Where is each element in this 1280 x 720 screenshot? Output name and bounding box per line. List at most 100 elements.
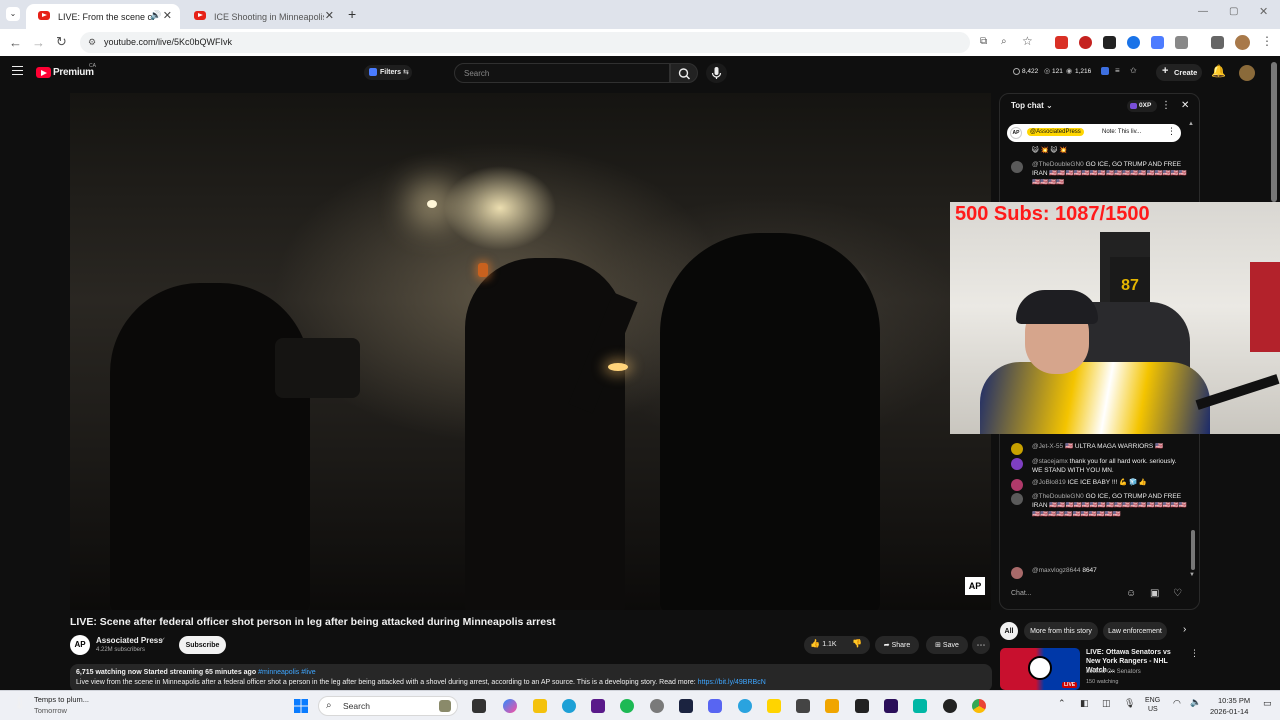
chips-next-chevron-icon[interactable]: ›: [1183, 624, 1186, 635]
video-description[interactable]: 6,715 watching now Started streaming 65 …: [70, 664, 992, 692]
new-tab-button[interactable]: +: [348, 6, 356, 22]
chat-more-icon[interactable]: ⋮: [1161, 100, 1171, 111]
copilot-icon[interactable]: [503, 699, 517, 713]
like-button[interactable]: 👍 1.1K: [810, 639, 837, 648]
file-explorer-icon[interactable]: [533, 699, 547, 713]
chip-more-from-story[interactable]: More from this story: [1024, 622, 1098, 640]
channel-name[interactable]: Associated Press: [96, 636, 163, 645]
back-arrow-icon[interactable]: ←: [9, 35, 22, 50]
chat-mode-dropdown[interactable]: Top chat ⌄: [1011, 101, 1053, 110]
tray-overflow-icon[interactable]: ⌃: [1058, 698, 1066, 709]
extensions-puzzle-icon[interactable]: [1175, 36, 1188, 49]
close-chat-icon[interactable]: ✕: [1181, 100, 1189, 111]
weather-icon[interactable]: 🌡: [12, 696, 27, 710]
tab-ice-shooting[interactable]: ICE Shooting in Minneapolis Li ✕: [182, 4, 342, 29]
close-tab-icon[interactable]: ✕: [163, 9, 172, 22]
discord-icon[interactable]: [708, 699, 722, 713]
maximize-window-icon[interactable]: ▢: [1229, 6, 1238, 17]
voice-search-button[interactable]: [706, 63, 727, 83]
emoji-icon[interactable]: ☺: [1126, 588, 1136, 599]
settings-gear-icon[interactable]: [650, 699, 664, 713]
clock-time[interactable]: 10:35 PM: [1218, 696, 1250, 705]
filters-button[interactable]: Filters ⇆: [364, 65, 412, 80]
share-button[interactable]: ➦ Share: [875, 636, 919, 654]
extension-lines-icon[interactable]: ≡: [1115, 66, 1120, 75]
profile-avatar[interactable]: [1235, 35, 1250, 50]
extension-blue-icon[interactable]: [1127, 36, 1140, 49]
notifications-bell-icon[interactable]: 🔔: [1211, 64, 1226, 78]
notes-app-icon[interactable]: [767, 699, 781, 713]
search-button[interactable]: [670, 63, 698, 83]
chat-scrollbar[interactable]: [1191, 530, 1195, 570]
pinned-more-icon[interactable]: ⋮: [1167, 126, 1176, 137]
chip-law-enforcement[interactable]: Law enforcement: [1103, 622, 1167, 640]
more-actions-button[interactable]: ⋯: [972, 636, 990, 654]
telegram-icon[interactable]: [738, 699, 752, 713]
volume-icon[interactable]: 🔈: [1190, 697, 1201, 708]
premiere-pro-icon[interactable]: [884, 699, 898, 713]
warning-app-icon[interactable]: [825, 699, 839, 713]
extension-star-icon[interactable]: ✩: [1130, 66, 1137, 75]
app-dark-icon[interactable]: [679, 699, 693, 713]
description-hashtags[interactable]: #minneapolis #live: [258, 669, 316, 676]
obs-icon[interactable]: [943, 699, 957, 713]
recommended-thumbnail[interactable]: LIVE: [1000, 648, 1080, 690]
heart-icon[interactable]: ♡: [1173, 588, 1182, 599]
tray-mic-icon[interactable]: 🎙: [1124, 698, 1135, 709]
tab-list-chevron-icon[interactable]: ⌄: [6, 7, 20, 21]
xp-badge[interactable]: 0XP: [1127, 100, 1157, 112]
windows-start-icon[interactable]: [294, 699, 308, 713]
close-window-icon[interactable]: ✕: [1259, 5, 1268, 18]
browser-menu-icon[interactable]: ⋮: [1261, 34, 1273, 48]
site-info-icon[interactable]: ⚙: [88, 37, 96, 48]
zoom-icon[interactable]: ⌕: [1001, 36, 1007, 47]
notification-center-icon[interactable]: ▭: [1263, 698, 1272, 709]
extension-blue-square-icon[interactable]: [1101, 67, 1109, 75]
taskbar-search[interactable]: ⌕ Search: [318, 696, 458, 716]
nzxt-icon[interactable]: [591, 699, 605, 713]
speaker-icon[interactable]: 🔊: [150, 10, 161, 21]
keyboard-language[interactable]: ENG: [1145, 697, 1160, 704]
reload-icon[interactable]: ↻: [56, 34, 67, 50]
task-view-icon[interactable]: [472, 699, 486, 713]
extension-black-icon[interactable]: [1103, 36, 1116, 49]
video-player[interactable]: AP: [70, 93, 991, 610]
chat-scroll-up-icon[interactable]: ▲: [1188, 121, 1194, 127]
page-scrollbar[interactable]: [1271, 62, 1277, 202]
minimize-window-icon[interactable]: —: [1198, 6, 1208, 17]
save-button[interactable]: ⊞ Save: [926, 636, 968, 654]
extension-circle-icon[interactable]: [1079, 36, 1092, 49]
extension-red-icon[interactable]: [1055, 36, 1068, 49]
search-input[interactable]: Search: [454, 63, 670, 83]
spotify-icon[interactable]: [620, 699, 634, 713]
hamburger-menu-icon[interactable]: [12, 66, 23, 75]
tab-live-scene[interactable]: LIVE: From the scene of a n 🔊 ✕: [26, 4, 180, 29]
edge-icon[interactable]: [562, 699, 576, 713]
wifi-icon[interactable]: ◠: [1173, 698, 1181, 709]
address-bar[interactable]: ⚙ youtube.com/live/5Kc0bQWFIvk: [80, 32, 970, 53]
chrome-icon[interactable]: [972, 699, 986, 713]
close-tab-icon[interactable]: ✕: [325, 9, 334, 22]
extension-wave-icon[interactable]: [1151, 36, 1164, 49]
super-chat-icon[interactable]: ▣: [1150, 588, 1159, 599]
streaming-app-icon[interactable]: [913, 699, 927, 713]
chat-input[interactable]: Chat...: [1011, 587, 1121, 603]
reading-list-icon[interactable]: [1211, 36, 1224, 49]
pinned-message[interactable]: AP @AssociatedPress Note: This liv... ⋮: [1007, 124, 1181, 142]
calculator-icon[interactable]: [796, 699, 810, 713]
recommended-more-icon[interactable]: ⋮: [1190, 648, 1199, 659]
create-button[interactable]: + Create: [1156, 64, 1202, 81]
premium-wordmark[interactable]: Premium: [53, 67, 94, 78]
forward-arrow-icon[interactable]: →: [32, 35, 45, 50]
subscribe-button[interactable]: Subscribe: [179, 636, 226, 654]
chip-all[interactable]: All: [1000, 622, 1018, 640]
tray-app-icon[interactable]: ◫: [1102, 698, 1111, 709]
bookmark-star-icon[interactable]: ☆: [1022, 34, 1033, 48]
youtube-logo-icon[interactable]: [36, 67, 51, 78]
description-link[interactable]: https://bit.ly/49BRBcN: [698, 679, 766, 686]
chat-scroll-down-icon[interactable]: ▼: [1189, 572, 1195, 578]
dislike-icon[interactable]: 👎: [852, 639, 862, 648]
terminal-icon[interactable]: [855, 699, 869, 713]
tray-network-icon[interactable]: ◧: [1080, 698, 1089, 709]
install-app-icon[interactable]: ⧉: [980, 36, 987, 47]
